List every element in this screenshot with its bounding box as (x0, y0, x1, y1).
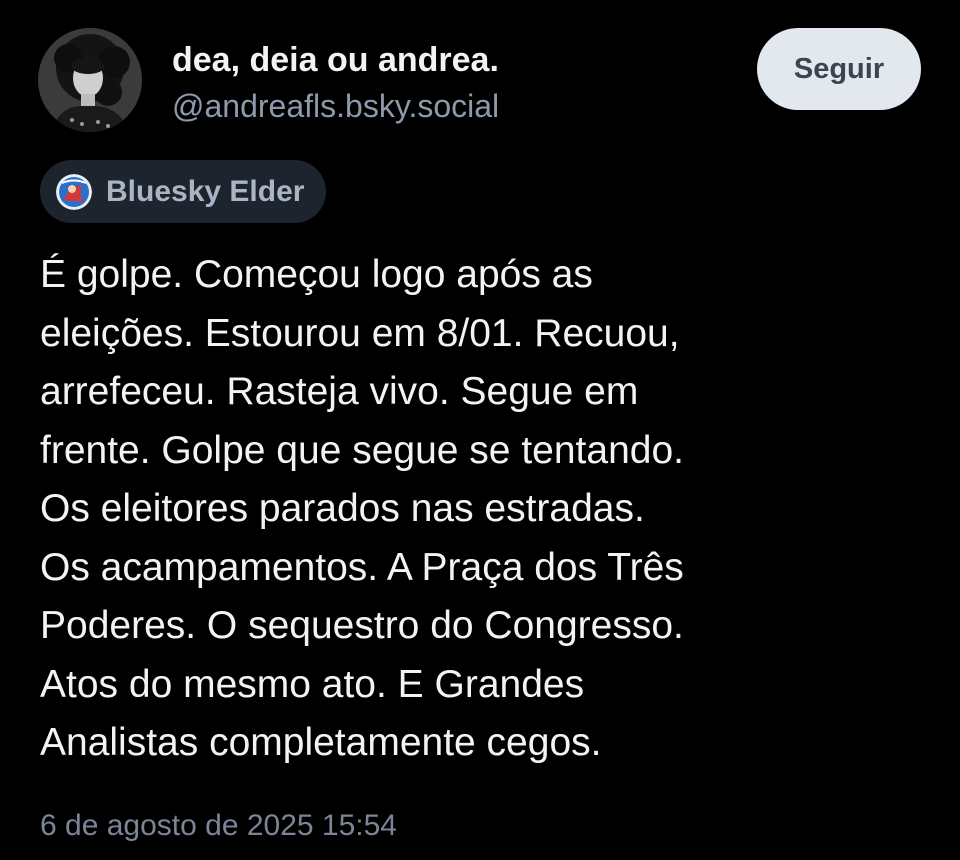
post-timestamp[interactable]: 6 de agosto de 2025 15:54 (40, 806, 397, 846)
author-display-name[interactable]: dea, deia ou andrea. (172, 40, 499, 80)
author-handle[interactable]: @andreafls.bsky.social (172, 86, 499, 126)
post-text-line: eleições. Estourou em 8/01. Recuou, (40, 311, 680, 355)
profile-photo-icon[interactable] (38, 28, 142, 132)
badge-label: Bluesky Elder (106, 174, 305, 208)
elder-badge-icon (56, 173, 92, 210)
post-text-line: Poderes. O sequestro do Congresso. (40, 604, 684, 647)
post-card: dea, deia ou andrea. @andreafls.bsky.soc… (0, 0, 960, 860)
post-text-line: Atos do mesmo ato. E Grandes (40, 662, 585, 706)
post-text-line: Os acampamentos. A Praça dos Três (40, 545, 684, 589)
post-text-line: Analistas completamente cegos. (40, 721, 602, 764)
post-text-line: Os eleitores parados nas estradas. (40, 487, 645, 530)
post-text: É golpe. Começou logo após as eleições. … (40, 246, 920, 773)
post-text-line: arrefeceu. Rasteja vivo. Segue em (40, 370, 639, 413)
post-text-line: É golpe. Começou logo após as (40, 253, 593, 296)
follow-button[interactable]: Seguir (757, 28, 921, 110)
bluesky-elder-badge[interactable]: Bluesky Elder (40, 160, 327, 223)
post-text-line: frente. Golpe que segue se tentando. (40, 428, 684, 472)
